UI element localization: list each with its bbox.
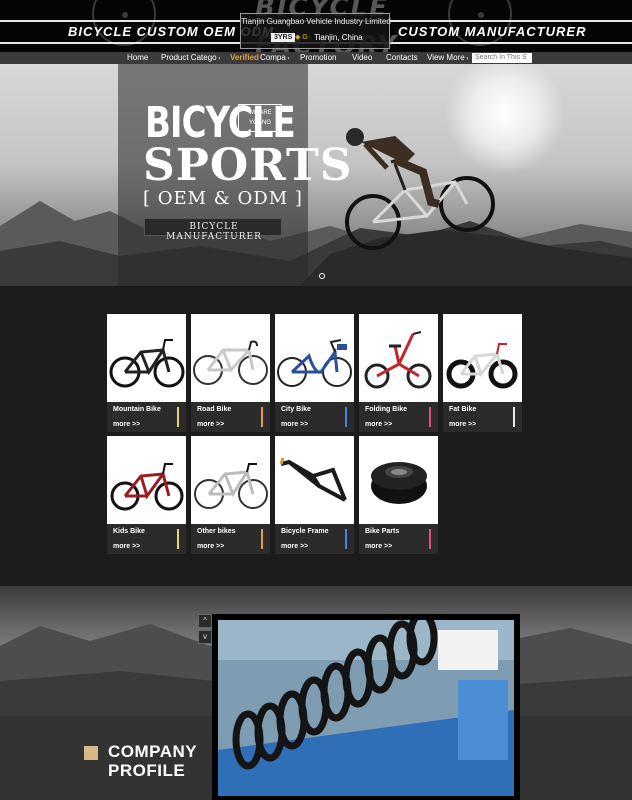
bicycle-frame-image [275,436,354,524]
accent-bar [177,407,179,427]
fat-bike-image [443,314,522,402]
more-link[interactable]: more >> [197,543,224,550]
product-card-fat-bike[interactable]: Fat Bike more >> [443,314,522,432]
accent-bar [345,407,347,427]
banner-tagline-box: BICYCLE MANUFACTURER [144,218,282,242]
years-badge: 3YRS [271,33,296,42]
scroll-up-button[interactable]: ^ [198,614,212,628]
company-location: Tianjin, China [314,33,363,42]
more-link[interactable]: more >> [113,543,140,550]
accent-bar [261,529,263,549]
accent-bar [177,529,179,549]
company-name: Tianjin Guangbao Vehicle Industry Limite… [241,17,391,26]
nav-video[interactable]: Video [352,52,372,64]
kids-bike-image [107,436,186,524]
company-profile-section: ^ v COMPANY PROFILE [0,586,632,800]
road-bike-image [191,314,270,402]
factory-photo [218,620,514,796]
nav-home[interactable]: Home [127,52,148,64]
mountain-bike-image [107,314,186,402]
more-link[interactable]: more >> [197,421,224,428]
hero-banner: BICYCLE WE ARE YOUNG SPORTS [ OEM & ODM … [0,64,632,286]
more-link[interactable]: more >> [449,421,476,428]
nav-contacts[interactable]: Contacts [386,52,418,64]
chevron-down-icon: › [216,56,221,62]
product-name: Road Bike [197,406,232,413]
company-title-marker [84,746,98,760]
chevron-down-icon: › [285,56,290,62]
company-profile-title: COMPANY PROFILE [108,742,198,780]
banner-tagline: BICYCLE MANUFACTURER [166,222,262,242]
product-card-other-bikes[interactable]: Other bikes more >> [191,436,270,554]
other-bike-image [191,436,270,524]
product-name: Mountain Bike [113,406,161,413]
product-name: Other bikes [197,528,236,535]
more-link[interactable]: more >> [281,543,308,550]
nav-promotion[interactable]: Promotion [300,52,336,64]
product-name: Folding Bike [365,406,407,413]
site-header: BICYCLE FACTORY BICYCLE CUSTOM OEM ODM C… [0,0,632,52]
product-card-bike-parts[interactable]: Bike Parts more >> [359,436,438,554]
main-nav: Home Product Catego › Verified Compa › P… [0,52,632,64]
accent-bar [429,529,431,549]
banner-oem-odm: [ OEM & ODM ] [143,188,303,209]
accent-bar [345,529,347,549]
scroll-down-button[interactable]: v [198,630,212,644]
verified-badge: Verified [230,53,259,62]
nav-company[interactable]: Compa › [260,52,289,64]
product-name: Bicycle Frame [281,528,329,535]
slider-dot[interactable] [319,273,325,279]
we-are-young-box: WE ARE YOUNG [238,104,282,132]
gold-supplier-icon: ◆ G [295,34,308,41]
banner-headline-sports: SPORTS [143,140,353,191]
product-name: Fat Bike [449,406,477,413]
product-card-bicycle-frame[interactable]: Bicycle Frame more >> [275,436,354,554]
headset-part-image [359,436,438,524]
product-card-mountain-bike[interactable]: Mountain Bike more >> [107,314,186,432]
more-link[interactable]: more >> [365,543,392,550]
search-input[interactable] [472,53,532,63]
city-bike-image [275,314,354,402]
more-link[interactable]: more >> [113,421,140,428]
wheel-decoration [448,0,512,46]
header-slogan-right: CUSTOM MANUFACTURER [398,24,587,39]
product-name: Bike Parts [365,528,400,535]
factory-photo-frame [212,614,520,800]
product-card-folding-bike[interactable]: Folding Bike more >> [359,314,438,432]
product-name: City Bike [281,406,311,413]
folding-bike-image [359,314,438,402]
wheel-decoration [92,0,156,46]
supplier-badge[interactable]: Tianjin Guangbao Vehicle Industry Limite… [240,13,391,49]
chevron-down-icon: › [464,56,469,62]
rider-illustration [345,128,495,250]
more-link[interactable]: more >> [365,421,392,428]
product-card-road-bike[interactable]: Road Bike more >> [191,314,270,432]
accent-bar [429,407,431,427]
more-link[interactable]: more >> [281,421,308,428]
nav-product-categories[interactable]: Product Catego › [161,52,220,64]
accent-bar [261,407,263,427]
product-card-kids-bike[interactable]: Kids Bike more >> [107,436,186,554]
product-card-city-bike[interactable]: City Bike more >> [275,314,354,432]
product-name: Kids Bike [113,528,145,535]
product-categories-section: Mountain Bike more >> Road Bike more >> … [0,286,632,586]
accent-bar [513,407,515,427]
nav-view-more[interactable]: View More › [427,52,468,64]
